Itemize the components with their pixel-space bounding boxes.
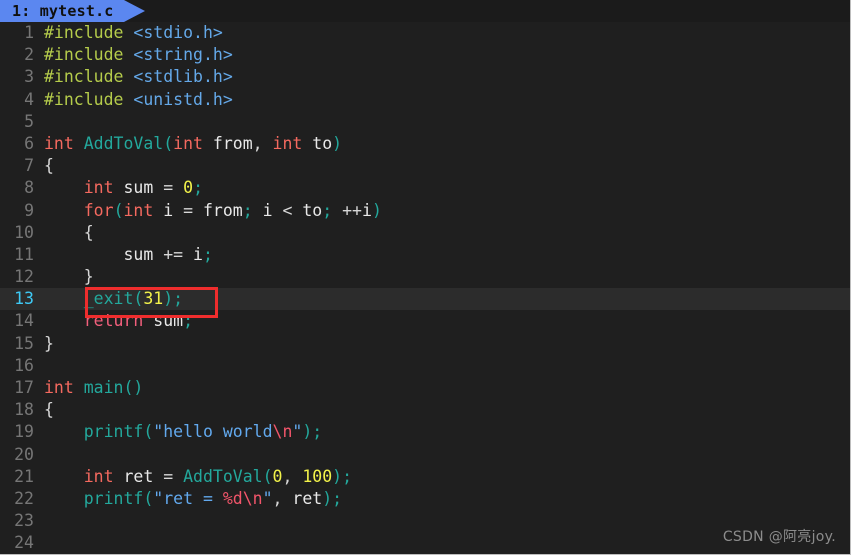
- watermark-text: CSDN @阿亮joy.: [722, 529, 836, 545]
- line-number: 15: [14, 333, 34, 353]
- line-number: 20: [14, 444, 34, 464]
- line-number: 21: [14, 466, 34, 486]
- line-number: 6: [24, 133, 34, 153]
- line-number: 8: [24, 178, 34, 198]
- code-line[interactable]: 10 {: [0, 222, 850, 244]
- line-number: 19: [14, 422, 34, 442]
- line-source: {: [44, 156, 54, 176]
- line-source: _exit(31);: [83, 289, 184, 309]
- code-editor-window: 1: mytest.c 1 #include <stdio.h> 2 #incl…: [0, 0, 851, 555]
- code-line-current[interactable]: 13 _exit(31);: [0, 288, 850, 311]
- code-content-area[interactable]: 1 #include <stdio.h> 2 #include <string.…: [0, 22, 850, 554]
- line-number: 17: [14, 378, 34, 397]
- code-line[interactable]: 17 int main(): [0, 377, 850, 399]
- line-source: {: [83, 222, 94, 242]
- code-line[interactable]: 21 int ret = AddToVal(0, 100);: [0, 466, 850, 488]
- line-source: }: [83, 267, 94, 287]
- line-number: 24: [14, 533, 34, 553]
- line-number: 12: [14, 267, 34, 287]
- code-line[interactable]: 5: [0, 111, 850, 133]
- line-source: }: [44, 333, 54, 353]
- code-line[interactable]: 15 }: [0, 333, 850, 355]
- line-number: 16: [14, 355, 34, 375]
- line-number: 5: [24, 111, 34, 131]
- line-number: 7: [24, 156, 34, 176]
- line-source: printf("ret = %d\n", ret);: [83, 488, 343, 508]
- line-number: 11: [14, 244, 34, 264]
- line-number: 14: [14, 311, 34, 331]
- code-line[interactable]: 11 sum += i;: [0, 244, 850, 266]
- editor-tab-label: 1: mytest.c: [12, 2, 114, 20]
- line-number: 22: [14, 488, 34, 508]
- editor-tab-mytest-c[interactable]: 1: mytest.c: [0, 0, 145, 22]
- line-number: 18: [14, 400, 34, 420]
- line-number: 23: [14, 511, 34, 531]
- line-number: 9: [24, 200, 34, 220]
- line-number-current: 13: [14, 289, 34, 309]
- line-number: 4: [24, 89, 34, 109]
- code-line[interactable]: 8 int sum = 0;: [0, 177, 850, 199]
- code-line[interactable]: 18 {: [0, 399, 850, 421]
- line-source: int AddToVal(int from, int to): [44, 133, 343, 153]
- line-source: sum += i;: [123, 244, 213, 264]
- tab-arrow-point-icon: [123, 0, 145, 22]
- line-number: 3: [24, 67, 34, 87]
- code-line[interactable]: 14 return sum;: [0, 310, 850, 332]
- code-line[interactable]: 1 #include <stdio.h>: [0, 22, 850, 44]
- code-line[interactable]: 7 {: [0, 155, 850, 177]
- code-line[interactable]: 19 printf("hello world\n");: [0, 421, 850, 443]
- line-number: 2: [24, 45, 34, 65]
- line-source: int main(): [44, 378, 144, 397]
- line-source: #include <unistd.h>: [44, 89, 233, 109]
- line-source: printf("hello world\n");: [83, 422, 323, 442]
- code-line[interactable]: 9 for(int i = from; i < to; ++i): [0, 200, 850, 222]
- line-source: #include <stdlib.h>: [44, 67, 233, 87]
- line-source: #include <string.h>: [44, 45, 233, 65]
- line-source: for(int i = from; i < to; ++i): [83, 200, 382, 220]
- code-line[interactable]: 6 int AddToVal(int from, int to): [0, 133, 850, 155]
- code-line[interactable]: 2 #include <string.h>: [0, 44, 850, 66]
- code-line[interactable]: 16: [0, 355, 850, 377]
- code-line[interactable]: 22 printf("ret = %d\n", ret);: [0, 488, 850, 510]
- line-source: {: [44, 400, 54, 420]
- line-source: int sum = 0;: [83, 178, 203, 198]
- editor-tab-bar: 1: mytest.c: [0, 0, 850, 22]
- line-source: int ret = AddToVal(0, 100);: [83, 466, 353, 486]
- code-line[interactable]: 20: [0, 444, 850, 466]
- code-line[interactable]: 3 #include <stdlib.h>: [0, 66, 850, 88]
- line-number: 1: [24, 23, 34, 42]
- line-source: #include <stdio.h>: [44, 23, 223, 42]
- code-line[interactable]: 12 }: [0, 266, 850, 288]
- code-line[interactable]: 4 #include <unistd.h>: [0, 89, 850, 111]
- line-number: 10: [14, 222, 34, 242]
- line-source: return sum;: [83, 311, 194, 331]
